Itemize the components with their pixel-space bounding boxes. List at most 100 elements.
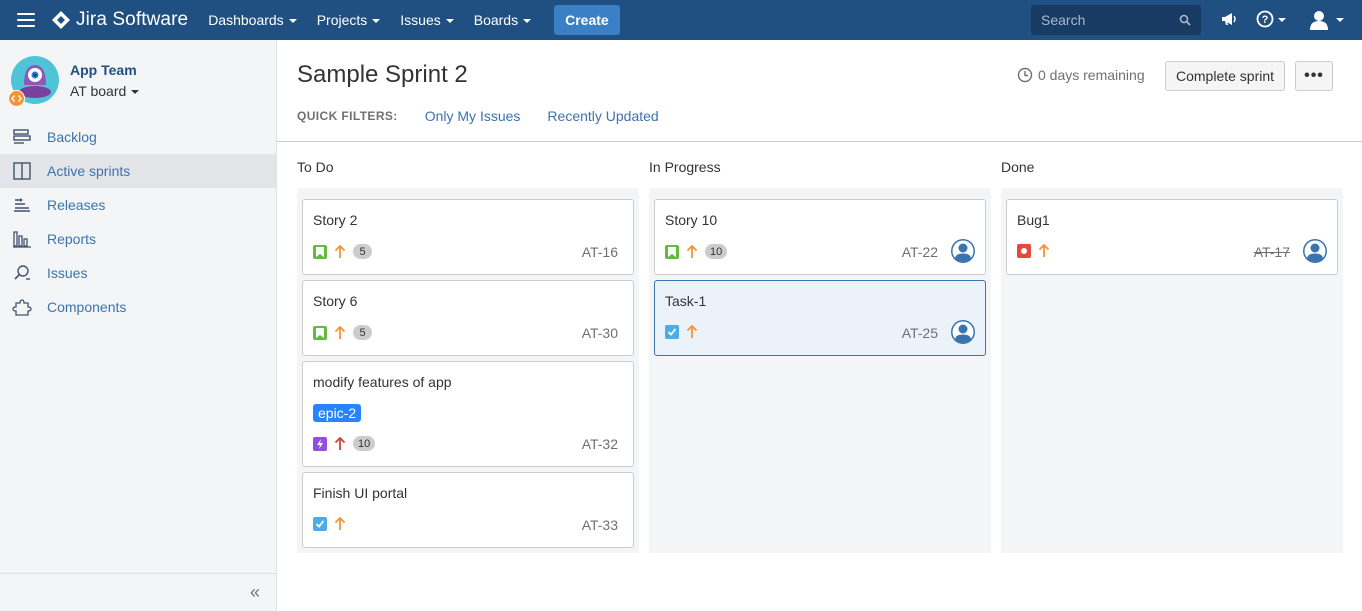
story-points-badge: 5 [353,244,372,259]
bug-icon [1017,244,1031,258]
priority-high-icon [334,244,346,258]
active-sprints-icon [12,161,32,181]
chevron-down-icon [445,18,454,23]
issue-summary: Story 2 [313,212,358,228]
components-icon [12,297,32,317]
issue-card[interactable]: modify features of app epic-2 10 AT-32 [302,361,634,467]
epic-icon [313,436,327,451]
issue-summary: Bug1 [1017,212,1050,228]
assignee-avatar[interactable] [1303,239,1327,263]
filter-only-my-issues[interactable]: Only My Issues [425,108,521,124]
issue-card[interactable]: Task-1 AT-25 [654,280,986,356]
more-actions-button[interactable]: ••• [1295,61,1333,91]
svg-text:?: ? [1262,14,1269,26]
releases-icon [12,195,32,215]
sidebar-footer: « [0,573,276,611]
nav-boards[interactable]: Boards [473,12,532,28]
column-header-in-progress: In Progress [649,159,721,175]
issue-key[interactable]: AT-32 [582,436,618,452]
sidebar-item-backlog[interactable]: Backlog [0,120,276,154]
story-icon [313,325,327,340]
nav-projects[interactable]: Projects [317,12,381,28]
chevron-down-icon [372,18,381,23]
task-icon [313,517,327,531]
task-icon [665,325,679,339]
search-icon[interactable] [1179,14,1191,26]
priority-high-icon [686,244,698,258]
sidebar-item-active-sprints[interactable]: Active sprints [0,154,276,188]
sidebar-item-issues[interactable]: Issues [0,256,276,290]
quick-filters: QUICK FILTERS: Only My Issues Recently U… [297,108,659,124]
divider [277,141,1362,142]
chevron-down-icon [1278,17,1286,22]
project-header: App Team AT board [8,55,140,107]
filter-recently-updated[interactable]: Recently Updated [547,108,658,124]
priority-high-icon [1038,244,1050,257]
priority-high-icon [334,325,346,339]
issue-card[interactable]: Story 2 5 AT-16 [302,199,634,275]
help-icon[interactable]: ? [1256,10,1286,28]
nav-boards-label: Boards [473,12,519,28]
sidebar-item-releases[interactable]: Releases [0,188,276,222]
epic-label[interactable]: epic-2 [313,404,362,422]
sidebar-item-components[interactable]: Components [0,290,276,324]
issue-key[interactable]: AT-30 [582,325,618,341]
project-avatar[interactable] [8,55,60,107]
issue-summary: Story 10 [665,212,718,228]
clock-icon [1017,67,1033,83]
priority-highest-icon [334,436,346,450]
chevron-down-icon [131,89,140,94]
issue-card[interactable]: Bug1 AT-17 [1006,199,1338,275]
story-points-badge: 10 [353,436,376,451]
issue-card[interactable]: Story 10 10 AT-22 [654,199,986,275]
jira-logo[interactable]: Jira Software [52,9,188,31]
collapse-sidebar-icon[interactable]: « [250,582,260,603]
complete-sprint-button[interactable]: Complete sprint [1165,61,1286,91]
board-selector[interactable]: AT board [70,83,140,99]
issue-summary: modify features of app [313,374,452,390]
user-avatar-icon[interactable] [1308,8,1344,30]
issues-icon [12,263,32,283]
column-in-progress: Story 10 10 AT-22 Task-1 AT-25 [649,188,991,553]
issue-summary: Story 6 [313,293,358,309]
brand-name: Jira Software [76,9,189,30]
nav-issues-label: Issues [400,12,441,28]
issue-key[interactable]: AT-22 [902,244,938,260]
project-name[interactable]: App Team [70,62,137,78]
priority-high-icon [686,325,698,338]
board-name: AT board [70,83,127,99]
search-input[interactable] [1041,12,1181,28]
jira-logo-icon [52,11,70,29]
sidebar-item-label: Releases [47,197,106,213]
chevron-down-icon [523,18,532,23]
sidebar-nav: Backlog Active sprints Releases Reports … [0,120,276,324]
column-header-done: Done [1001,159,1035,175]
column-todo: Story 2 5 AT-16 Story 6 5 AT-30 modify f… [297,188,639,553]
software-project-icon [8,90,25,107]
sprint-remaining: 0 days remaining [1017,67,1145,83]
issue-key[interactable]: AT-16 [582,244,618,260]
story-points-badge: 10 [705,244,728,259]
menu-icon[interactable] [17,13,35,27]
assignee-avatar[interactable] [951,320,975,344]
issue-card[interactable]: Finish UI portal AT-33 [302,472,634,548]
issue-card[interactable]: Story 6 5 AT-30 [302,280,634,356]
issue-key[interactable]: AT-25 [902,325,938,341]
issue-key[interactable]: AT-33 [582,517,618,533]
nav-dashboards[interactable]: Dashboards [208,12,297,28]
megaphone-icon[interactable] [1220,10,1238,28]
issue-meta: 10 [665,244,734,259]
issue-meta [665,325,705,339]
issue-meta: 5 [313,325,379,340]
sidebar-item-label: Components [47,299,127,315]
remaining-text: 0 days remaining [1038,67,1145,83]
story-icon [665,244,679,259]
assignee-avatar[interactable] [951,239,975,263]
backlog-icon [12,127,32,147]
nav-issues[interactable]: Issues [400,12,454,28]
create-button[interactable]: Create [554,5,620,35]
sidebar-item-reports[interactable]: Reports [0,222,276,256]
issue-key[interactable]: AT-17 [1254,244,1290,260]
nav-projects-label: Projects [316,12,368,28]
column-done: Bug1 AT-17 [1001,188,1343,553]
